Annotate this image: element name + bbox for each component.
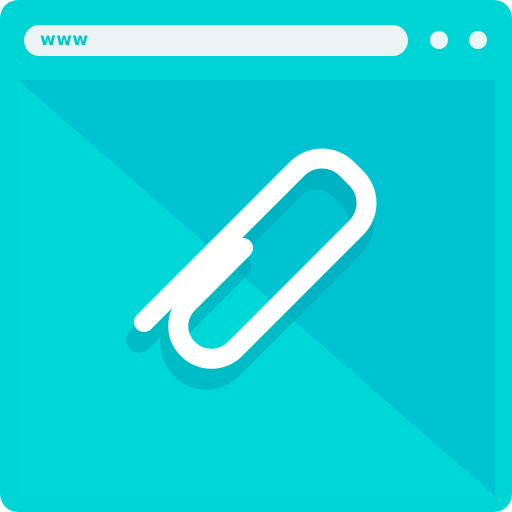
address-bar-text: www [40,30,89,50]
window-control-dot-1[interactable] [430,31,448,49]
address-bar[interactable]: www [24,25,408,56]
browser-frame [0,0,512,512]
browser-window: www [0,0,512,512]
window-control-dot-2[interactable] [469,31,487,49]
